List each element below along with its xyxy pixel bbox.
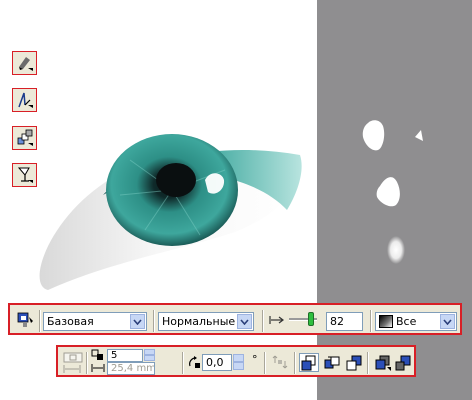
copies-icon [91,349,105,361]
eye-artwork [39,120,423,290]
interactive-fill-button[interactable] [12,51,37,75]
copies-input[interactable]: 5 [107,349,143,362]
copy-properties-icon[interactable] [373,353,393,372]
interactive-blend-button[interactable] [12,88,37,112]
apply-to-value: Все [396,315,417,328]
separator [367,352,369,374]
opacity-input[interactable]: 82 [326,312,363,331]
separator [294,352,296,374]
chevron-down-icon[interactable] [237,314,252,329]
separator [262,310,264,332]
clear-effect-icon[interactable] [394,353,412,372]
interactive-fill-icon [16,54,34,72]
interactive-effects-icon [16,166,34,184]
chevron-down-icon[interactable] [144,355,155,361]
separator [86,352,88,374]
transparency-type-value: Базовая [47,315,94,328]
mirror-icon[interactable] [271,353,289,371]
separator [264,352,266,374]
copies-spinner[interactable] [144,349,155,362]
interactive-transparency-button[interactable] [12,126,37,150]
arrange-property-bar: 5 25,4 mm 0,0 ° [56,345,416,377]
offset-icon [91,363,105,373]
chevron-down-icon[interactable] [130,314,145,329]
separator [153,310,155,332]
separator [370,310,372,332]
separator [39,310,41,332]
angle-spinner[interactable] [233,354,244,371]
arrange-middle-icon[interactable] [322,353,342,372]
interactive-transparency-icon [16,129,34,147]
angle-input[interactable]: 0,0 [202,354,232,371]
transparency-property-bar: Базовая Нормальные 82 Все [8,303,462,335]
interactive-blend-icon [16,91,34,109]
chevron-down-icon[interactable] [233,362,244,370]
separator [182,352,184,374]
preset-icon[interactable] [63,351,83,363]
opacity-slider-thumb[interactable] [308,312,314,326]
chevron-down-icon[interactable] [440,314,455,329]
merge-mode-select[interactable]: Нормальные [158,312,254,331]
degree-label: ° [252,353,258,366]
transparency-type-select[interactable]: Базовая [43,312,147,331]
arrange-front-icon[interactable] [299,353,319,372]
apply-to-select[interactable]: Все [375,312,457,331]
opacity-icon [268,313,286,327]
interactive-effects-button[interactable] [12,163,37,187]
fill-icon [379,315,393,328]
offset-input[interactable]: 25,4 mm [107,362,155,375]
arrange-back-icon[interactable] [344,353,364,372]
rotate-icon [187,355,201,369]
edit-transparency-icon[interactable] [16,311,34,329]
chevron-up-icon[interactable] [233,354,244,362]
horizontal-offset-icon [63,364,81,374]
merge-mode-value: Нормальные [162,315,236,328]
